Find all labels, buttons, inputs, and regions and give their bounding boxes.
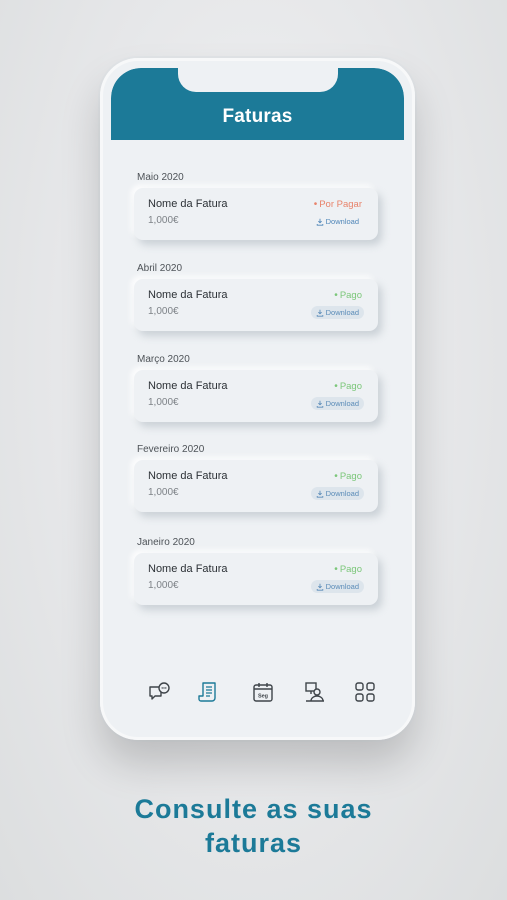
status-text: Pago — [339, 471, 362, 482]
invoice-document-icon — [198, 682, 216, 702]
invoice-card[interactable]: Nome da Fatura 1,000€ • Pago Download — [134, 370, 378, 422]
status-badge: • Pago — [334, 471, 362, 482]
status-badge: • Pago — [334, 381, 362, 392]
invoice-card[interactable]: Nome da Fatura 1,000€ • Pago Download — [134, 460, 378, 512]
month-label: Fevereiro 2020 — [137, 444, 205, 455]
download-button[interactable]: Download — [310, 397, 364, 410]
caption-line-2: faturas — [204, 828, 303, 858]
month-label: Janeiro 2020 — [137, 537, 195, 548]
download-label: Download — [325, 489, 359, 498]
status-text: Pago — [339, 564, 362, 575]
download-icon — [316, 218, 323, 226]
download-icon — [316, 309, 323, 317]
download-button[interactable]: Download — [310, 487, 364, 500]
tab-more[interactable] — [351, 678, 379, 706]
calendar-icon: Seg — [253, 683, 273, 702]
svg-text:Seg: Seg — [258, 694, 268, 700]
phone-frame: Faturas Maio 2020 Nome da Fatura 1,000€ … — [100, 58, 415, 740]
status-badge: • Pago — [334, 290, 362, 301]
tab-chat[interactable] — [145, 678, 173, 706]
invoice-name: Nome da Fatura — [148, 470, 228, 482]
invoice-amount: 1,000€ — [148, 580, 179, 591]
invoice-name: Nome da Fatura — [148, 289, 228, 301]
chat-bubble-icon — [149, 682, 170, 700]
download-label: Download — [325, 217, 359, 226]
month-label: Maio 2020 — [137, 172, 184, 183]
status-text: Pago — [339, 290, 362, 301]
download-label: Download — [325, 399, 359, 408]
download-button[interactable]: Download — [310, 580, 364, 593]
app-screen: Faturas Maio 2020 Nome da Fatura 1,000€ … — [111, 68, 404, 732]
phone-notch — [178, 68, 338, 92]
tab-person[interactable] — [301, 678, 329, 706]
download-label: Download — [325, 308, 359, 317]
month-label: Março 2020 — [137, 354, 190, 365]
download-label: Download — [325, 582, 359, 591]
invoice-card[interactable]: Nome da Fatura 1,000€ • Pago Download — [134, 553, 378, 605]
status-badge: • Pago — [334, 564, 362, 575]
invoice-amount: 1,000€ — [148, 397, 179, 408]
person-desk-icon — [305, 682, 324, 702]
month-label: Abril 2020 — [137, 263, 183, 274]
tab-invoices[interactable] — [195, 678, 223, 706]
invoice-amount: 1,000€ — [148, 487, 179, 498]
grid-menu-icon — [355, 682, 375, 702]
tab-calendar[interactable]: Seg — [249, 678, 277, 706]
download-icon — [316, 583, 323, 591]
status-badge: • Por Pagar — [313, 199, 362, 210]
download-icon — [316, 400, 323, 408]
download-button[interactable]: Download — [310, 306, 364, 319]
bottom-tab-bar: Seg — [111, 678, 404, 718]
caption-line-1: Consulte as suas — [134, 794, 373, 824]
invoice-amount: 1,000€ — [148, 306, 179, 317]
invoice-card[interactable]: Nome da Fatura 1,000€ • Por Pagar Downloa… — [134, 188, 378, 240]
download-icon — [316, 490, 323, 498]
status-text: Por Pagar — [319, 199, 362, 210]
invoice-card[interactable]: Nome da Fatura 1,000€ • Pago Download — [134, 279, 378, 331]
app-header: Faturas — [111, 68, 404, 140]
invoice-name: Nome da Fatura — [148, 563, 228, 575]
invoice-amount: 1,000€ — [148, 215, 179, 226]
invoice-name: Nome da Fatura — [148, 198, 228, 210]
invoice-name: Nome da Fatura — [148, 380, 228, 392]
status-text: Pago — [339, 381, 362, 392]
download-button[interactable]: Download — [311, 215, 364, 228]
page-title: Faturas — [222, 106, 293, 127]
